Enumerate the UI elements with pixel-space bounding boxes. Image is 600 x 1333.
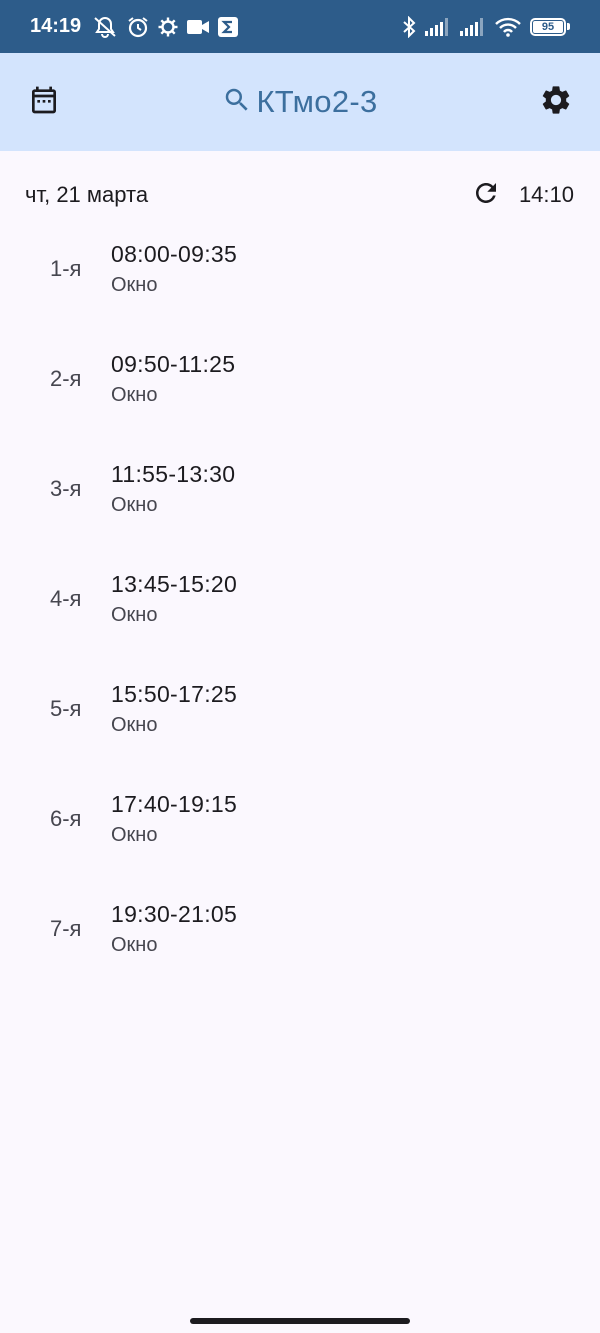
lesson-time: 08:00-09:35 <box>111 241 238 267</box>
wifi-icon <box>495 17 521 37</box>
calendar-icon <box>28 84 60 121</box>
lesson-time: 13:45-15:20 <box>111 571 238 597</box>
lesson-subject: Окно <box>111 934 158 956</box>
lesson-item[interactable]: 3-я 11:55-13:30 Окно <box>0 450 600 560</box>
lesson-item[interactable]: 6-я 17:40-19:15 Окно <box>0 780 600 890</box>
lesson-number: 6-я <box>50 806 82 831</box>
lesson-item[interactable]: 4-я 13:45-15:20 Окно <box>0 560 600 670</box>
last-update-time: 14:10 <box>518 182 574 207</box>
lesson-number: 5-я <box>50 696 82 721</box>
calendar-button[interactable] <box>26 84 62 120</box>
battery-level: 95 <box>533 20 563 33</box>
search-icon <box>222 85 252 120</box>
sigma-icon <box>218 16 239 37</box>
home-indicator[interactable] <box>190 1318 410 1324</box>
alarm-icon <box>127 16 149 38</box>
lesson-subject: Окно <box>111 824 158 846</box>
refresh-icon <box>471 178 501 213</box>
lesson-time: 09:50-11:25 <box>111 351 236 377</box>
video-icon <box>187 19 210 35</box>
mute-icon <box>92 16 118 38</box>
lesson-subject: Окно <box>111 714 158 736</box>
lesson-item[interactable]: 2-я 09:50-11:25 Окно <box>0 340 600 450</box>
bluetooth-icon <box>402 15 416 38</box>
update-info: 14:10 <box>471 180 574 210</box>
settings-button[interactable] <box>538 84 574 120</box>
signal-icon <box>460 17 486 36</box>
lesson-subject: Окно <box>111 384 158 406</box>
app-bar: КТмо2-3 <box>0 53 600 151</box>
signal-icon <box>425 17 451 36</box>
current-date: чт, 21 марта <box>25 182 149 207</box>
lesson-time: 15:50-17:25 <box>111 681 238 707</box>
lesson-item[interactable]: 5-я 15:50-17:25 Окно <box>0 670 600 780</box>
lesson-list: 1-я 08:00-09:35 Окно 2-я 09:50-11:25 Окн… <box>0 230 600 1000</box>
lesson-item[interactable]: 7-я 19:30-21:05 Окно <box>0 890 600 1000</box>
lesson-subject: Окно <box>111 604 158 626</box>
lesson-number: 4-я <box>50 586 82 611</box>
lesson-number: 7-я <box>50 916 82 941</box>
status-bar-right: 95 <box>402 15 570 38</box>
date-row: чт, 21 марта 14:10 <box>0 175 600 215</box>
lesson-number: 2-я <box>50 366 82 391</box>
lesson-number: 3-я <box>50 476 82 501</box>
lesson-number: 1-я <box>50 256 82 281</box>
status-bar-left: 14:19 <box>30 15 239 38</box>
settings-sync-icon <box>158 17 178 37</box>
lesson-time: 17:40-19:15 <box>111 791 238 817</box>
lesson-subject: Окно <box>111 494 158 516</box>
refresh-button[interactable] <box>471 180 501 210</box>
status-bar: 14:19 95 <box>0 0 600 53</box>
lesson-item[interactable]: 1-я 08:00-09:35 Окно <box>0 230 600 340</box>
lesson-subject: Окно <box>111 274 158 296</box>
group-title: КТмо2-3 <box>256 84 378 119</box>
battery-icon: 95 <box>530 17 570 36</box>
lesson-time: 11:55-13:30 <box>111 461 236 487</box>
status-time: 14:19 <box>30 15 82 37</box>
gear-icon <box>539 83 573 122</box>
group-search-button[interactable]: КТмо2-3 <box>222 84 377 120</box>
lesson-time: 19:30-21:05 <box>111 901 238 927</box>
